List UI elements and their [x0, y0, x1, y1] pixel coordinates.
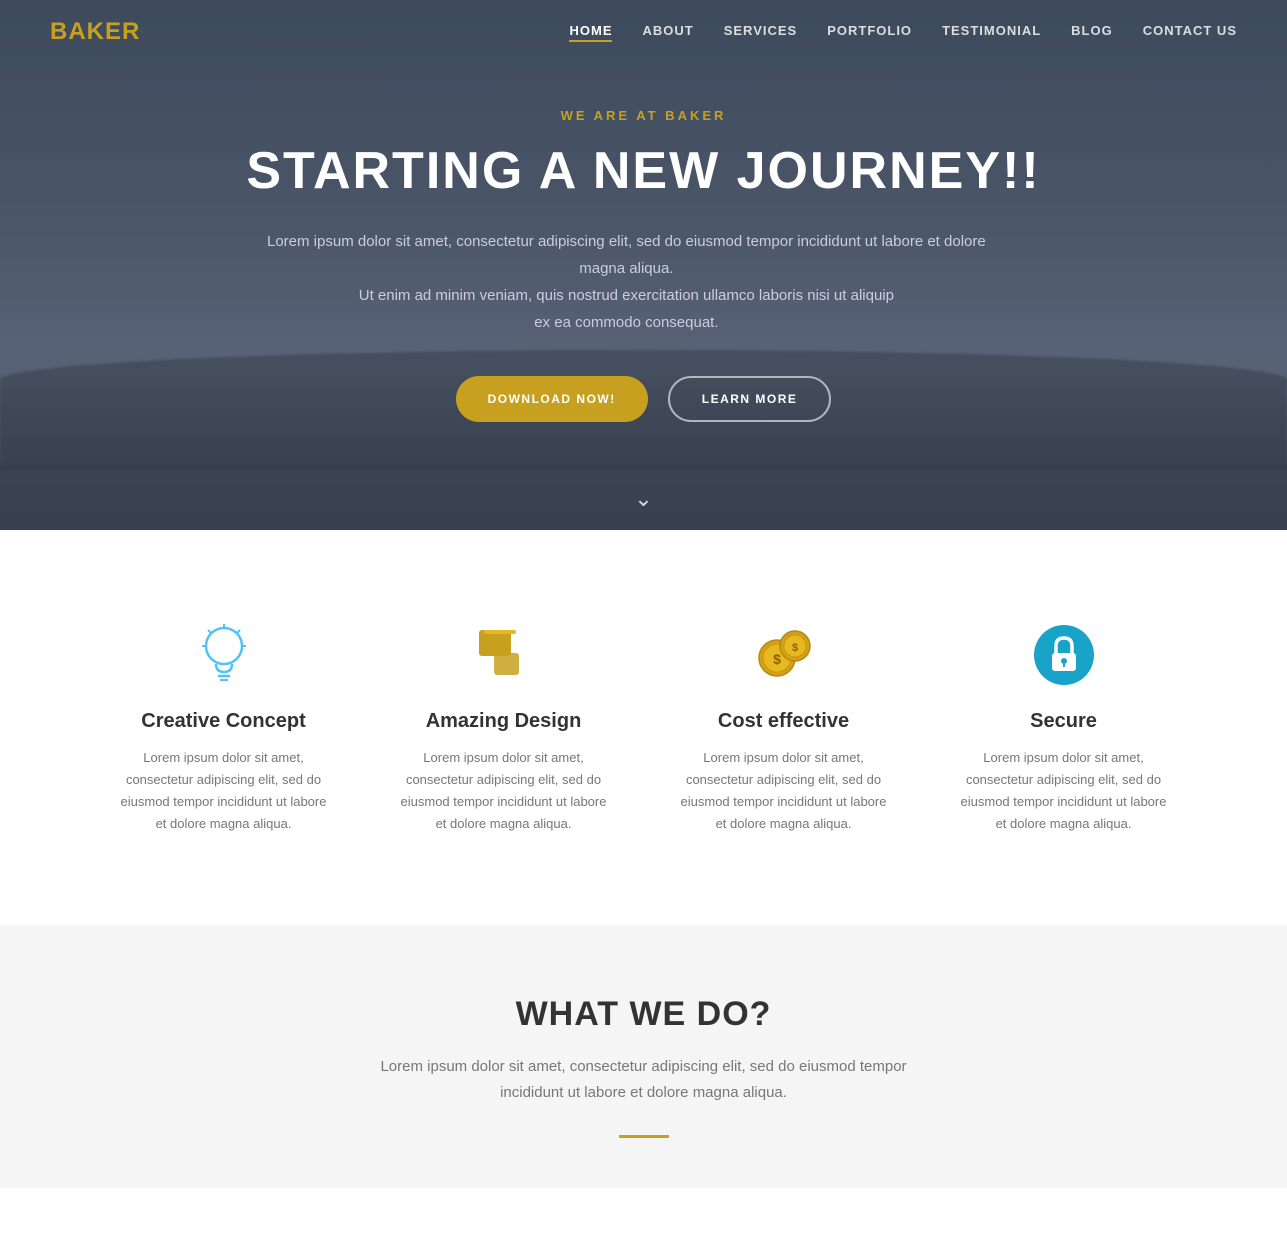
feature-creative-concept-desc: Lorem ipsum dolor sit amet, consectetur … — [114, 747, 334, 835]
hero-section: WE ARE AT BAKER STARTING A NEW JOURNEY!!… — [0, 0, 1287, 530]
section-underline — [619, 1135, 669, 1138]
svg-text:$: $ — [773, 651, 781, 667]
main-nav: HOME ABOUT SERVICES PORTFOLIO TESTIMONIA… — [569, 23, 1237, 42]
what-we-do-description: Lorem ipsum dolor sit amet, consectetur … — [364, 1054, 924, 1105]
feature-secure: Secure Lorem ipsum dolor sit amet, conse… — [934, 600, 1194, 855]
logo[interactable]: BAKER — [50, 18, 140, 46]
hero-subtitle: WE ARE AT BAKER — [246, 108, 1040, 123]
features-section: Creative Concept Lorem ipsum dolor sit a… — [0, 530, 1287, 925]
features-grid: Creative Concept Lorem ipsum dolor sit a… — [94, 600, 1194, 855]
learn-more-button[interactable]: LEARN MORE — [668, 376, 832, 422]
what-we-do-section: WHAT WE DO? Lorem ipsum dolor sit amet, … — [0, 925, 1287, 1188]
hero-title: STARTING A NEW JOURNEY!! — [246, 143, 1040, 200]
what-we-do-title: WHAT WE DO? — [40, 995, 1247, 1034]
feature-amazing-design-desc: Lorem ipsum dolor sit amet, consectetur … — [394, 747, 614, 835]
nav-portfolio[interactable]: PORTFOLIO — [827, 23, 912, 42]
logo-ba: BA — [50, 18, 87, 45]
scroll-down-indicator[interactable]: ⌄ — [634, 486, 652, 512]
header: BAKER HOME ABOUT SERVICES PORTFOLIO TEST… — [0, 0, 1287, 64]
svg-text:$: $ — [791, 642, 797, 654]
logo-ker: KER — [87, 18, 141, 45]
nav-blog[interactable]: BLOG — [1071, 23, 1113, 42]
lock-icon — [1029, 620, 1099, 690]
hero-buttons: DOWNLOAD NOW! LEARN MORE — [246, 376, 1040, 422]
hero-description: Lorem ipsum dolor sit amet, consectetur … — [246, 228, 1006, 336]
download-button[interactable]: DOWNLOAD NOW! — [456, 376, 648, 422]
lightbulb-icon — [189, 620, 259, 690]
nav-contact[interactable]: CONTACT US — [1143, 23, 1237, 42]
feature-secure-title: Secure — [954, 710, 1174, 733]
coins-icon: $ $ — [749, 620, 819, 690]
feature-cost-effective-desc: Lorem ipsum dolor sit amet, consectetur … — [674, 747, 894, 835]
hero-content: WE ARE AT BAKER STARTING A NEW JOURNEY!!… — [246, 108, 1040, 422]
feature-creative-concept: Creative Concept Lorem ipsum dolor sit a… — [94, 600, 354, 855]
feature-cost-effective-title: Cost effective — [674, 710, 894, 733]
design-icon — [469, 620, 539, 690]
feature-creative-concept-title: Creative Concept — [114, 710, 334, 733]
feature-secure-desc: Lorem ipsum dolor sit amet, consectetur … — [954, 747, 1174, 835]
nav-testimonial[interactable]: TESTIMONIAL — [942, 23, 1041, 42]
feature-cost-effective: $ $ Cost effective Lorem ipsum dolor sit… — [654, 600, 914, 855]
feature-amazing-design: Amazing Design Lorem ipsum dolor sit ame… — [374, 600, 634, 855]
nav-about[interactable]: ABOUT — [642, 23, 693, 42]
nav-home[interactable]: HOME — [569, 23, 612, 42]
nav-services[interactable]: SERVICES — [724, 23, 798, 42]
feature-amazing-design-title: Amazing Design — [394, 710, 614, 733]
